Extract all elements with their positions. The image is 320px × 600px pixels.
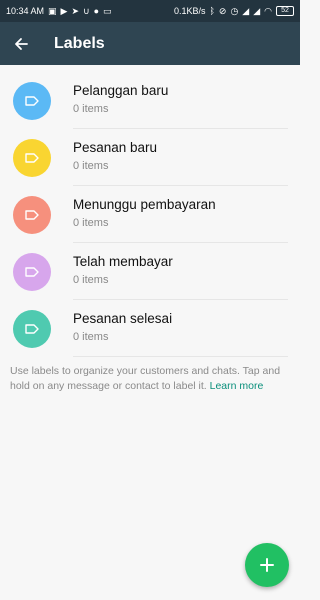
list-item[interactable]: Telah membayar 0 items [0, 243, 300, 300]
label-count: 0 items [73, 160, 109, 172]
label-count: 0 items [73, 331, 109, 343]
list-item[interactable]: Menunggu pembayaran 0 items [0, 186, 300, 243]
notification-icon: ▣ [48, 5, 57, 16]
label-avatar [13, 195, 51, 234]
label-count: 0 items [73, 274, 109, 286]
alarm-icon: ◷ [230, 5, 239, 16]
app-bar: Labels [0, 22, 300, 65]
send-icon: ➤ [71, 5, 80, 16]
label-text: Menunggu pembayaran 0 items [73, 186, 288, 243]
add-label-button[interactable] [245, 543, 289, 587]
label-count: 0 items [73, 217, 109, 229]
label-list: Pelanggan baru 0 items Pesanan baru 0 it… [0, 72, 300, 357]
battery-icon: 52 [276, 6, 294, 16]
bluetooth-icon: ᛒ [209, 5, 215, 16]
label-name: Menunggu pembayaran [73, 197, 216, 212]
label-tag-icon [25, 323, 39, 334]
label-tag-icon [25, 266, 39, 277]
label-avatar [13, 309, 51, 348]
signal-icon: ◢ [253, 5, 261, 16]
label-avatar [13, 81, 51, 120]
label-avatar [13, 138, 51, 177]
youtube-icon: ▶ [60, 5, 68, 16]
status-time: 10:34 AM [6, 6, 45, 16]
labels-hint: Use labels to organize your customers an… [10, 364, 292, 394]
label-name: Pesanan baru [73, 140, 158, 155]
label-tag-icon [25, 152, 39, 163]
label-tag-icon [25, 209, 39, 220]
label-avatar [13, 252, 51, 291]
wifi-icon: ◠ [264, 5, 272, 16]
label-text: Telah membayar 0 items [73, 243, 288, 300]
back-button[interactable] [0, 22, 42, 65]
label-count: 0 items [73, 103, 109, 115]
page-title: Labels [54, 34, 105, 52]
label-name: Pesanan selesai [73, 311, 173, 326]
list-item[interactable]: Pelanggan baru 0 items [0, 72, 300, 129]
learn-more-link[interactable]: Learn more [210, 380, 264, 392]
spotify-icon: ● [93, 5, 100, 16]
list-item[interactable]: Pesanan baru 0 items [0, 129, 300, 186]
arrow-left-icon [15, 37, 28, 50]
laptop-icon: ▭ [103, 5, 112, 16]
label-text: Pelanggan baru 0 items [73, 72, 288, 129]
label-text: Pesanan baru 0 items [73, 129, 288, 186]
status-right: 0.1KB/s ᛒ ⊘ ◷ ◢ ◢ ◠ 52 [174, 6, 294, 16]
u-icon: ∪ [83, 5, 90, 16]
label-text: Pesanan selesai 0 items [73, 300, 288, 357]
label-name: Pelanggan baru [73, 83, 169, 98]
mute-icon: ⊘ [218, 5, 227, 16]
status-left: 10:34 AM ▣ ▶ ➤ ∪ ● ▭ [6, 6, 112, 16]
label-tag-icon [25, 95, 39, 106]
list-item[interactable]: Pesanan selesai 0 items [0, 300, 300, 357]
network-speed: 0.1KB/s [173, 6, 206, 16]
label-name: Telah membayar [73, 254, 173, 269]
plus-icon [260, 558, 274, 572]
status-bar: 10:34 AM ▣ ▶ ➤ ∪ ● ▭ 0.1KB/s ᛒ ⊘ ◷ ◢ ◢ ◠… [0, 0, 300, 22]
signal-icon: ◢ [242, 5, 250, 16]
